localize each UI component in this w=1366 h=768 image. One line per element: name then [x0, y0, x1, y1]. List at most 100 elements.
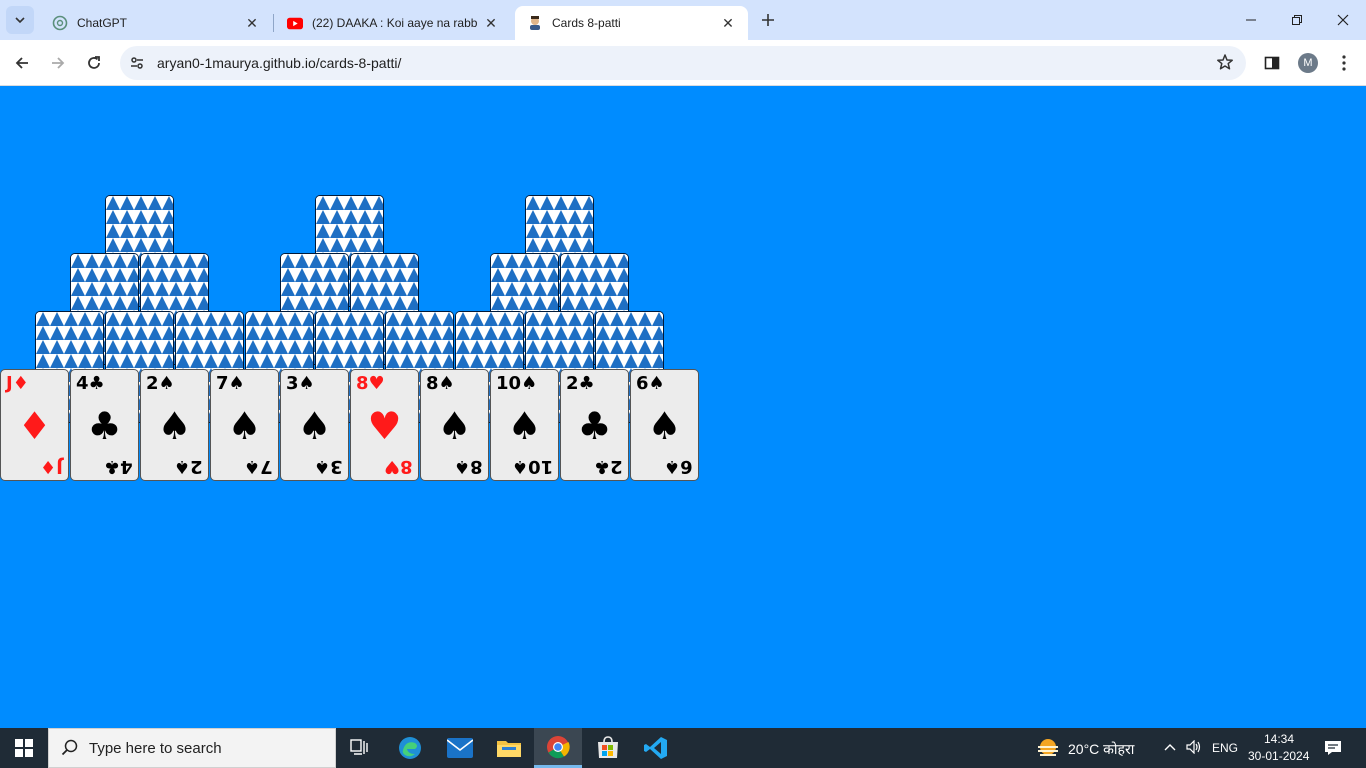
notification-icon[interactable] — [1324, 740, 1342, 761]
card-suit: ♦ — [40, 456, 57, 477]
card-corner: 7♠ — [244, 455, 273, 477]
volume-icon[interactable] — [1186, 739, 1202, 759]
card-pip: ♠ — [647, 404, 682, 448]
tab-search-button[interactable] — [6, 6, 34, 34]
card-rank: 8 — [426, 373, 439, 394]
card-pip: ♠ — [297, 404, 332, 448]
windows-logo-icon — [15, 739, 33, 757]
plus-icon — [762, 14, 774, 26]
card-suit: ♣ — [104, 456, 121, 477]
card-rank: 4 — [120, 456, 133, 477]
url-text[interactable]: aryan0-1maurya.github.io/cards-8-patti/ — [157, 55, 401, 71]
card-rank: 8 — [470, 456, 483, 477]
site-settings-icon[interactable] — [120, 46, 154, 80]
taskbar-mail[interactable] — [436, 728, 484, 768]
side-panel-button[interactable] — [1257, 48, 1287, 78]
card-suit: ♠ — [244, 456, 261, 477]
taskbar-file-explorer[interactable] — [485, 728, 533, 768]
close-icon — [1337, 14, 1349, 26]
minimize-button[interactable] — [1228, 0, 1274, 40]
tab-title: (22) DAAKA : Koi aaye na rabba — [312, 16, 477, 30]
playing-card[interactable]: 8♠ ♠ 8♠ — [420, 369, 489, 481]
card-rank: 8 — [356, 373, 369, 394]
close-icon[interactable]: ✕ — [720, 15, 736, 31]
card-suit: ♣ — [578, 373, 595, 394]
playing-card[interactable]: 7♠ ♠ 7♠ — [210, 369, 279, 481]
card-corner: 8♠ — [426, 373, 455, 395]
card-rank: 7 — [260, 456, 273, 477]
chevron-up-icon[interactable] — [1163, 740, 1177, 759]
card-suit: ♦ — [12, 373, 29, 394]
card-corner: 4♣ — [76, 373, 105, 395]
profile-avatar[interactable]: M — [1298, 53, 1318, 73]
card-corner: 10♠ — [512, 455, 553, 477]
card-corner: 4♣ — [104, 455, 133, 477]
start-button[interactable] — [0, 728, 48, 768]
card-corner: 8♥ — [356, 373, 385, 395]
tab-cards-8-patti[interactable]: Cards 8-patti ✕ — [515, 6, 748, 40]
weather-text[interactable]: 20°C कोहरा — [1068, 740, 1134, 759]
taskbar-edge[interactable] — [386, 728, 434, 768]
more-vertical-icon — [1342, 55, 1346, 71]
new-tab-button[interactable] — [756, 8, 780, 32]
card-corner: 2♣ — [594, 455, 623, 477]
search-placeholder: Type here to search — [89, 739, 222, 757]
card-corner: J♦ — [40, 455, 63, 477]
side-panel-icon — [1264, 56, 1280, 70]
card-rank: 2 — [566, 373, 579, 394]
playing-card[interactable]: 10♠ ♠ 10♠ — [490, 369, 559, 481]
task-view-button[interactable] — [336, 728, 384, 768]
playing-card[interactable]: 2♣ ♣ 2♣ — [560, 369, 629, 481]
clock-time[interactable]: 14:34 — [1264, 732, 1294, 746]
playing-card[interactable]: 8♥ ♥ 8♥ — [350, 369, 419, 481]
card-rank: 10 — [527, 456, 553, 477]
reload-button[interactable] — [79, 48, 109, 78]
card-suit: ♠ — [438, 373, 455, 394]
taskbar-chrome[interactable] — [534, 728, 582, 768]
taskbar-store[interactable] — [584, 728, 632, 768]
card-pip: ♣ — [87, 404, 122, 448]
weather-icon[interactable] — [1036, 738, 1060, 765]
clock-date[interactable]: 30-01-2024 — [1248, 749, 1309, 763]
youtube-icon — [287, 15, 303, 31]
card-rank: 8 — [400, 456, 413, 477]
playing-card[interactable]: 4♣ ♣ 4♣ — [70, 369, 139, 481]
tab-youtube[interactable]: (22) DAAKA : Koi aaye na rabba ✕ — [275, 6, 511, 40]
browser-toolbar: aryan0-1maurya.github.io/cards-8-patti/ — [0, 40, 1366, 86]
taskbar-search-box[interactable]: Type here to search — [48, 728, 336, 768]
card-suit: ♠ — [314, 456, 331, 477]
store-icon — [598, 736, 618, 758]
card-rank: J — [56, 456, 63, 477]
site-favicon — [527, 15, 543, 31]
card-suit: ♠ — [521, 373, 538, 394]
taskbar-vscode[interactable] — [632, 728, 680, 768]
playing-card[interactable]: J♦ ♦ J♦ — [0, 369, 69, 481]
mail-icon — [447, 738, 473, 758]
language-indicator[interactable]: ENG — [1212, 741, 1238, 755]
browser-menu-button[interactable] — [1329, 48, 1359, 78]
playing-card[interactable]: 2♠ ♠ 2♠ — [140, 369, 209, 481]
bookmark-star-icon[interactable] — [1216, 53, 1234, 76]
playing-card[interactable]: 3♠ ♠ 3♠ — [280, 369, 349, 481]
playing-card[interactable]: 6♠ ♠ 6♠ — [630, 369, 699, 481]
forward-button[interactable] — [43, 48, 73, 78]
tab-chatgpt[interactable]: ChatGPT ✕ — [40, 6, 272, 40]
close-icon[interactable]: ✕ — [244, 15, 260, 31]
card-suit: ♠ — [664, 456, 681, 477]
card-suit: ♠ — [454, 456, 471, 477]
card-pip: ♠ — [507, 404, 542, 448]
card-suit: ♠ — [158, 373, 175, 394]
vscode-icon — [644, 737, 667, 759]
card-suit: ♥ — [384, 456, 401, 477]
back-button[interactable] — [7, 48, 37, 78]
restore-button[interactable] — [1274, 0, 1320, 40]
card-rank: 3 — [330, 456, 343, 477]
card-suit: ♣ — [88, 373, 105, 394]
card-corner: J♦ — [6, 373, 29, 395]
card-corner: 2♠ — [146, 373, 175, 395]
address-bar[interactable]: aryan0-1maurya.github.io/cards-8-patti/ — [120, 46, 1246, 80]
card-rank: 4 — [76, 373, 89, 394]
chrome-icon — [547, 735, 570, 758]
close-icon[interactable]: ✕ — [483, 15, 499, 31]
close-window-button[interactable] — [1320, 0, 1366, 40]
